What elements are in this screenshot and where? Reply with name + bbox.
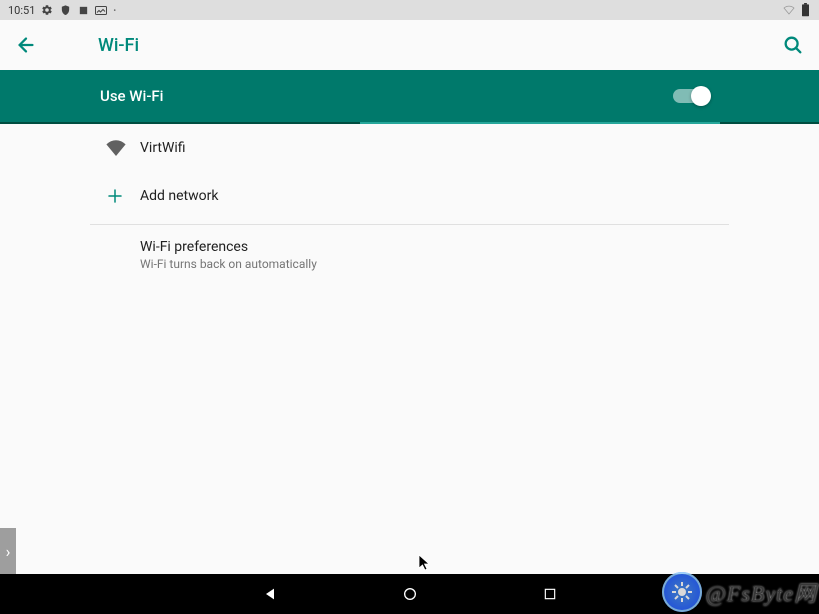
status-time: 10:51 [8,4,35,17]
status-bar: 10:51 • [0,0,819,20]
dot-status-icon: • [113,6,116,15]
image-status-icon [95,4,107,16]
add-network-item[interactable]: Add network [90,172,729,220]
square-status-icon [77,4,89,16]
nav-recent-button[interactable] [540,584,560,604]
progress-indicator [0,122,819,124]
shield-status-icon [59,4,71,16]
search-button[interactable] [781,33,805,57]
app-bar: Wi-Fi [0,20,819,70]
side-drawer-handle[interactable]: › [0,528,16,574]
divider [90,224,729,225]
wifi-status-icon [783,4,795,16]
wifi-preferences-title: Wi-Fi preferences [140,239,317,255]
navigation-bar [0,574,819,614]
wifi-network-item[interactable]: VirtWifi [90,124,729,172]
page-title: Wi-Fi [98,35,139,56]
wifi-preferences-subtitle: Wi-Fi turns back on automatically [140,257,317,271]
plus-icon [90,187,134,205]
wifi-signal-icon [90,140,134,156]
back-button[interactable] [14,33,38,57]
nav-back-button[interactable] [260,584,280,604]
wifi-toggle-bar[interactable]: Use Wi-Fi [0,70,819,122]
wifi-toggle-switch[interactable] [673,86,709,106]
wifi-network-name: VirtWifi [140,140,186,156]
settings-status-icon [41,4,53,16]
battery-status-icon [799,4,811,16]
wifi-toggle-label: Use Wi-Fi [100,87,164,105]
add-network-label: Add network [140,188,218,204]
chevron-right-icon: › [6,542,11,561]
mouse-cursor-icon [418,554,432,576]
nav-home-button[interactable] [400,584,420,604]
wifi-preferences-item[interactable]: Wi-Fi preferences Wi-Fi turns back on au… [90,229,729,281]
